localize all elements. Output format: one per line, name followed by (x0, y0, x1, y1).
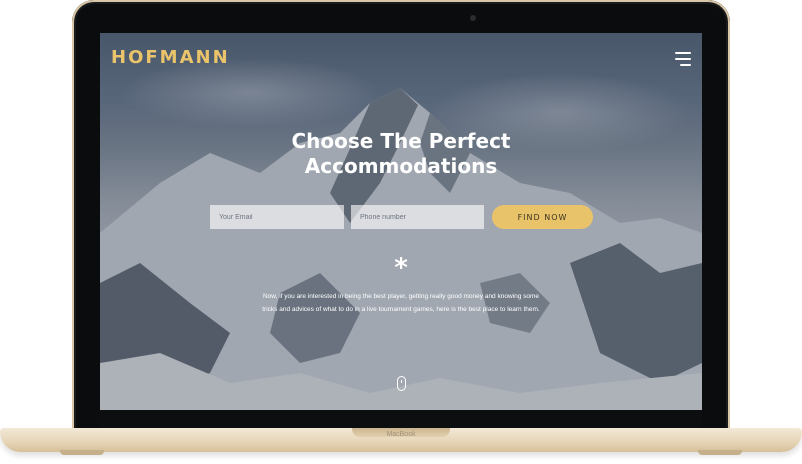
menu-line (675, 52, 691, 54)
find-now-button[interactable]: FIND NOW (492, 205, 593, 229)
laptop-foot-left (60, 450, 104, 455)
phone-input[interactable] (351, 205, 484, 229)
camera-icon (470, 15, 476, 21)
laptop-foot-right (698, 450, 742, 455)
asterisk-icon: * (394, 253, 408, 283)
laptop-mockup: HOFMANN Choose The Perfect Accommodation… (0, 0, 802, 464)
hero-title-line2: Accommodations (304, 154, 498, 178)
scroll-mouse-icon[interactable] (397, 376, 406, 391)
brand-logo[interactable]: HOFMANN (111, 47, 230, 68)
hamburger-menu-button[interactable] (675, 52, 691, 66)
model-label: MacBook (386, 431, 416, 438)
website-screen: HOFMANN Choose The Perfect Accommodation… (100, 33, 702, 410)
hero-title-line1: Choose The Perfect (291, 129, 511, 153)
hero-description: Now, if you are interested in being the … (262, 293, 540, 313)
menu-line (675, 58, 691, 60)
email-input[interactable] (210, 205, 344, 229)
menu-line (680, 64, 691, 66)
scroll-wheel (401, 380, 403, 383)
hero-title: Choose The Perfect Accommodations (100, 129, 702, 179)
bezel-bottom (100, 410, 702, 428)
